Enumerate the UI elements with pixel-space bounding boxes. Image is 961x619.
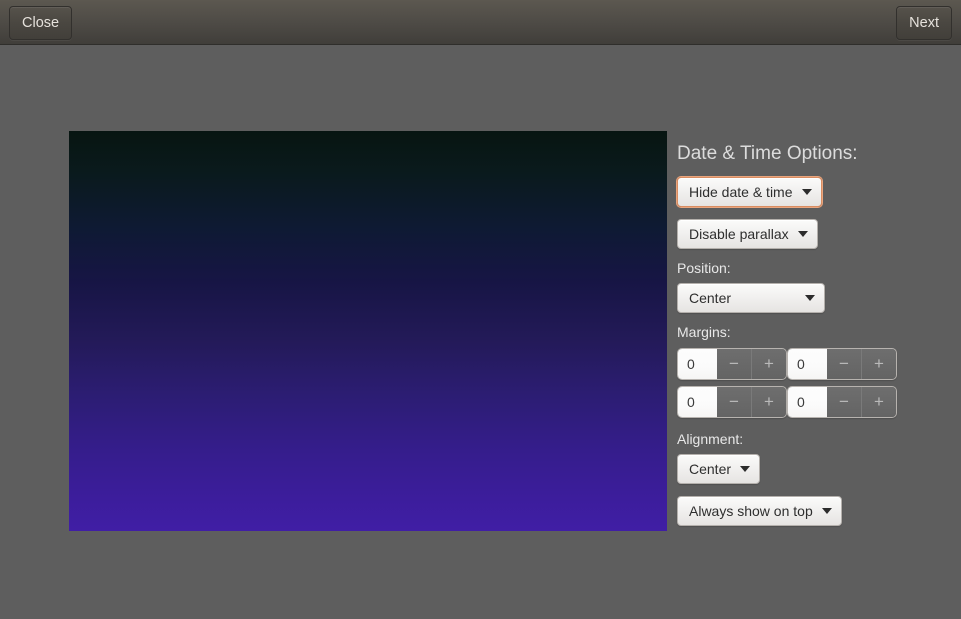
margin-bottom-decrement-button[interactable]: −	[827, 386, 861, 417]
position-row: Center	[677, 283, 947, 314]
margin-top-increment-button[interactable]: +	[751, 386, 786, 417]
stacking-row: Always show on top	[677, 496, 947, 527]
chevron-down-icon	[821, 508, 832, 515]
margin-left-increment-button[interactable]: +	[751, 348, 786, 379]
margin-right-spinner[interactable]: 0 − +	[787, 347, 897, 380]
date-time-visibility-row: Hide date & time	[677, 176, 947, 207]
margin-bottom-increment-button[interactable]: +	[861, 386, 896, 417]
margin-left-input[interactable]: 0	[678, 348, 717, 379]
margin-left-decrement-button[interactable]: −	[717, 348, 751, 379]
alignment-dropdown[interactable]: Center	[677, 454, 761, 485]
alignment-label: Alignment:	[677, 430, 744, 447]
date-time-options-title: Date & Time Options:	[677, 143, 858, 164]
alignment-value: Center	[689, 461, 732, 478]
margin-right-decrement-button[interactable]: −	[827, 348, 861, 379]
wallpaper-preview[interactable]	[69, 131, 667, 531]
alignment-row: Center	[677, 454, 947, 485]
position-dropdown[interactable]: Center	[677, 283, 825, 314]
close-button[interactable]: Close	[9, 6, 73, 40]
chevron-down-icon	[805, 295, 815, 302]
position-label: Position:	[677, 259, 731, 276]
stacking-order-dropdown[interactable]: Always show on top	[677, 496, 842, 527]
parallax-dropdown[interactable]: Disable parallax	[677, 218, 818, 249]
margins-spinner-grid: 0 − + 0 − + 0 − + 0 − +	[677, 347, 947, 418]
margin-top-input[interactable]: 0	[678, 386, 717, 417]
margin-bottom-input[interactable]: 0	[788, 386, 827, 417]
margin-left-spinner[interactable]: 0 − +	[677, 347, 787, 380]
stacking-order-value: Always show on top	[689, 503, 813, 520]
parallax-value: Disable parallax	[689, 225, 789, 242]
margin-top-decrement-button[interactable]: −	[717, 386, 751, 417]
margin-right-input[interactable]: 0	[788, 348, 827, 379]
date-time-visibility-value: Hide date & time	[689, 183, 793, 200]
margin-right-increment-button[interactable]: +	[861, 348, 896, 379]
window-toolbar: Close Next	[0, 0, 961, 45]
options-panel: Date & Time Options: Hide date & time Di…	[677, 143, 947, 527]
chevron-down-icon	[740, 466, 751, 473]
gradient-preview-surface	[69, 131, 667, 531]
margin-top-spinner[interactable]: 0 − +	[677, 385, 787, 418]
next-button[interactable]: Next	[896, 6, 952, 40]
margin-bottom-spinner[interactable]: 0 − +	[787, 385, 897, 418]
margins-label: Margins:	[677, 324, 731, 341]
chevron-down-icon	[797, 230, 808, 237]
date-time-visibility-dropdown[interactable]: Hide date & time	[677, 176, 822, 207]
parallax-row: Disable parallax	[677, 218, 947, 249]
chevron-down-icon	[801, 188, 812, 195]
position-value: Center	[689, 290, 732, 307]
